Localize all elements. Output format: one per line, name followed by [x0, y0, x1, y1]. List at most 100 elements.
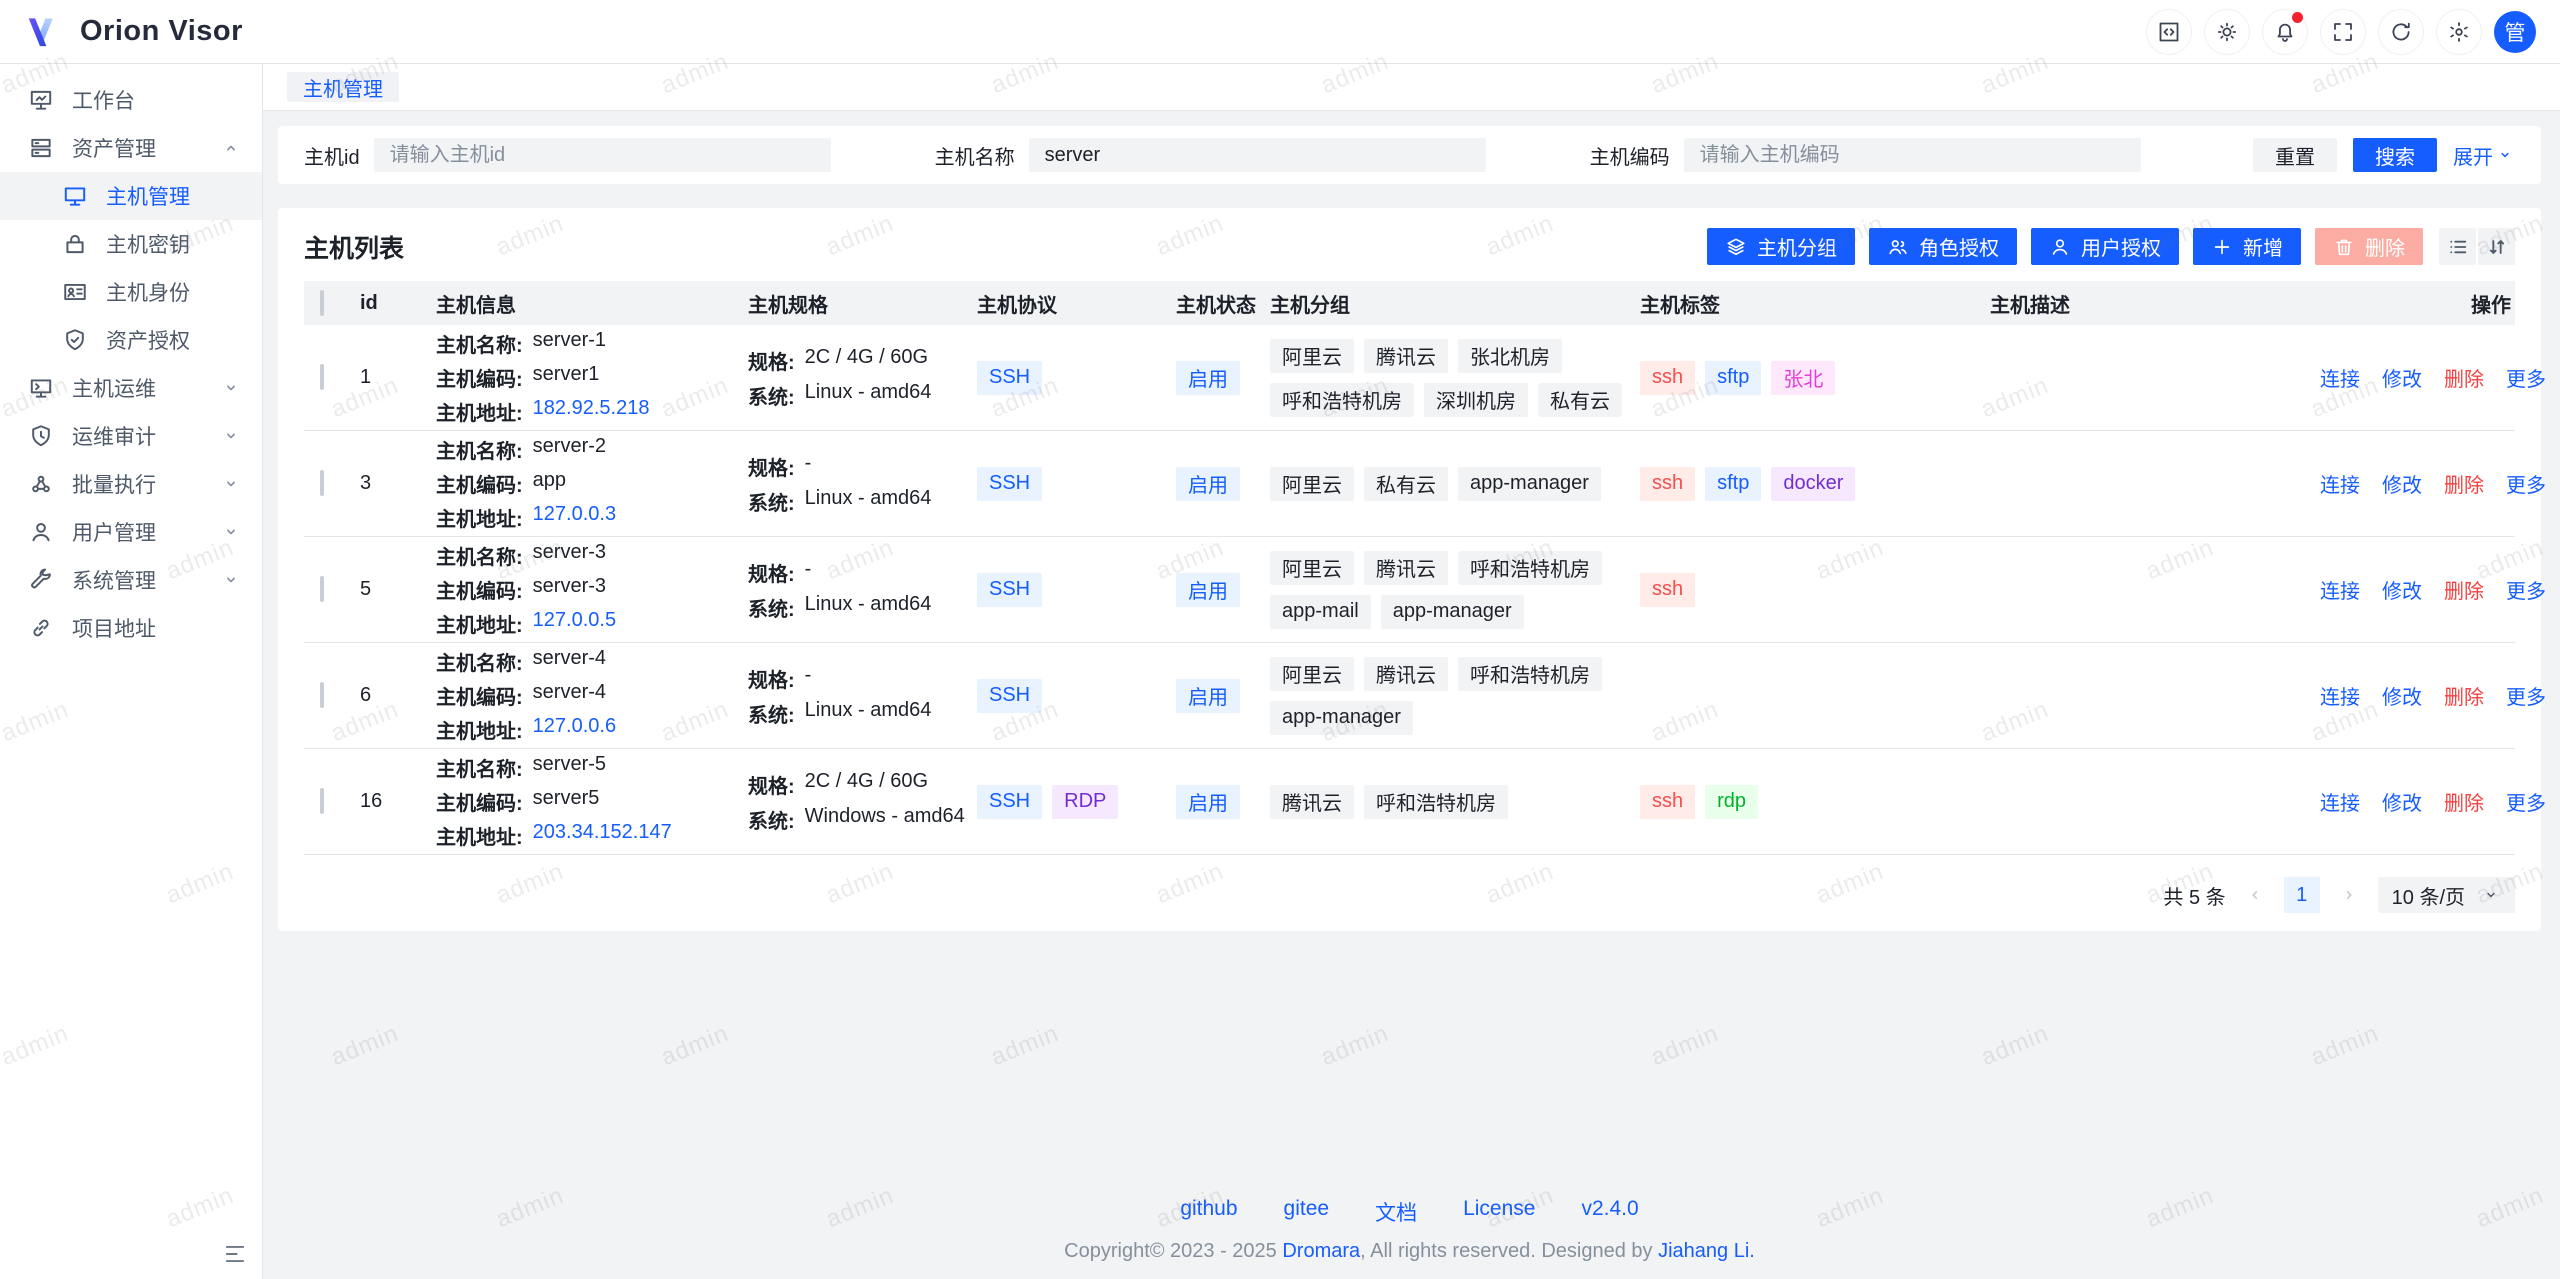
action-edit[interactable]: 修改 [2382, 681, 2422, 710]
theme-button[interactable] [2204, 9, 2250, 55]
action-edit[interactable]: 修改 [2382, 575, 2422, 604]
expand-label: 展开 [2453, 141, 2493, 170]
info-label: 主机地址: [436, 609, 523, 638]
sidebar-item-ops-audit[interactable]: 运维审计 [0, 412, 262, 460]
page-number[interactable]: 1 [2284, 877, 2320, 913]
row-checkbox[interactable] [320, 682, 324, 708]
action-delete[interactable]: 删除 [2444, 575, 2484, 604]
footer-link-文档[interactable]: 文档 [1375, 1197, 1417, 1227]
code-square-button[interactable] [2146, 9, 2192, 55]
sidebar-item-host-ops[interactable]: 主机运维 [0, 364, 262, 412]
refresh-button[interactable] [2378, 9, 2424, 55]
copyright-brand[interactable]: Dromara [1282, 1240, 1360, 1262]
action-more[interactable]: 更多 [2506, 787, 2546, 816]
action-connect[interactable]: 连接 [2320, 469, 2360, 498]
next-page-button[interactable] [2338, 884, 2360, 906]
page-size-select[interactable]: 10 条/页 [2378, 877, 2515, 913]
sidebar-item-user-management[interactable]: 用户管理 [0, 508, 262, 556]
info-value: server-5 [533, 753, 606, 782]
sidebar-item-host-key[interactable]: 主机密钥 [0, 220, 262, 268]
action-edit[interactable]: 修改 [2382, 787, 2422, 816]
host-code-input[interactable] [1684, 138, 2141, 172]
tab-bar: 主机管理 [263, 64, 2560, 111]
host-group-button[interactable]: 主机分组 [1707, 228, 1855, 265]
action-delete[interactable]: 删除 [2444, 363, 2484, 392]
reset-button[interactable]: 重置 [2253, 138, 2337, 172]
action-more[interactable]: 更多 [2506, 681, 2546, 710]
host-name-input[interactable] [1029, 138, 1486, 172]
group-tag: 呼和浩特机房 [1270, 383, 1414, 417]
copyright-author[interactable]: Jiahang Li. [1658, 1240, 1755, 1262]
user-avatar[interactable]: 管 [2494, 11, 2536, 53]
notifications-button[interactable] [2262, 9, 2308, 55]
sidebar-item-host-identity[interactable]: 主机身份 [0, 268, 262, 316]
action-edit[interactable]: 修改 [2382, 469, 2422, 498]
row-actions-cell: 连接修改删除更多 [2320, 575, 2546, 604]
host-address-link[interactable]: 182.92.5.218 [533, 397, 650, 426]
row-select-cell [304, 472, 360, 495]
action-more[interactable]: 更多 [2506, 469, 2546, 498]
fullscreen-button[interactable] [2320, 9, 2366, 55]
action-connect[interactable]: 连接 [2320, 681, 2360, 710]
info-label: 系统: [748, 487, 795, 516]
protocol-tag: SSH [977, 679, 1042, 713]
host-tags-cell: sshsftp张北 [1640, 361, 1990, 395]
column-header: 主机状态 [1176, 289, 1270, 318]
trash-icon [2333, 236, 2355, 258]
sidebar-item-asset-management[interactable]: 资产管理 [0, 124, 262, 172]
action-connect[interactable]: 连接 [2320, 575, 2360, 604]
sidebar-collapse-icon[interactable] [222, 1241, 248, 1267]
select-all-cell [304, 292, 360, 315]
list-view-button[interactable] [2439, 228, 2476, 265]
sidebar-item-workbench[interactable]: 工作台 [0, 76, 262, 124]
spec-line: 规格:2C / 4G / 60G [748, 346, 977, 375]
content: 主机id主机名称主机编码 重置 搜索 展开 主机列表 主机分组角色授权用户授权新… [263, 111, 2560, 1279]
row-checkbox[interactable] [320, 788, 324, 814]
action-edit[interactable]: 修改 [2382, 363, 2422, 392]
search-button[interactable]: 搜索 [2353, 138, 2437, 172]
info-value: Linux - amd64 [805, 699, 932, 728]
footer-link-github[interactable]: github [1180, 1197, 1237, 1227]
action-connect[interactable]: 连接 [2320, 363, 2360, 392]
host-address-link[interactable]: 127.0.0.5 [533, 609, 616, 638]
prev-page-button[interactable] [2244, 884, 2266, 906]
action-delete[interactable]: 删除 [2444, 681, 2484, 710]
code-square-icon [2157, 20, 2181, 44]
sidebar-item-asset-grant[interactable]: 资产授权 [0, 316, 262, 364]
host-address-link[interactable]: 127.0.0.6 [533, 715, 616, 744]
host-address-link[interactable]: 203.34.152.147 [533, 821, 672, 850]
user-grant-button[interactable]: 用户授权 [2031, 228, 2179, 265]
action-delete[interactable]: 删除 [2444, 787, 2484, 816]
footer-link-gitee[interactable]: gitee [1284, 1197, 1330, 1227]
sidebar-item-project-url[interactable]: 项目地址 [0, 604, 262, 652]
info-value: server-4 [533, 681, 606, 710]
select-all-checkbox[interactable] [320, 290, 324, 316]
row-checkbox[interactable] [320, 576, 324, 602]
group-tag: 阿里云 [1270, 339, 1354, 373]
sidebar-item-batch-exec[interactable]: 批量执行 [0, 460, 262, 508]
host-id-cell: 5 [360, 578, 436, 601]
host-address-link[interactable]: 127.0.0.3 [533, 503, 616, 532]
action-more[interactable]: 更多 [2506, 575, 2546, 604]
role-grant-button[interactable]: 角色授权 [1869, 228, 2017, 265]
sort-button[interactable] [2478, 228, 2515, 265]
expand-toggle[interactable]: 展开 [2453, 141, 2515, 170]
group-tag: 阿里云 [1270, 551, 1354, 585]
footer-link-v2.4.0[interactable]: v2.4.0 [1581, 1197, 1638, 1227]
asset-icon [28, 135, 54, 161]
sidebar-item-system-management[interactable]: 系统管理 [0, 556, 262, 604]
action-connect[interactable]: 连接 [2320, 787, 2360, 816]
info-value: - [805, 452, 812, 481]
row-checkbox[interactable] [320, 470, 324, 496]
footer-link-License[interactable]: License [1463, 1197, 1535, 1227]
sidebar-item-host-management[interactable]: 主机管理 [0, 172, 262, 220]
action-delete[interactable]: 删除 [2444, 469, 2484, 498]
delete-button[interactable]: 删除 [2315, 228, 2423, 265]
action-more[interactable]: 更多 [2506, 363, 2546, 392]
host-id-input[interactable] [374, 138, 831, 172]
tab-主机管理[interactable]: 主机管理 [287, 72, 399, 102]
create-button[interactable]: 新增 [2193, 228, 2301, 265]
row-checkbox[interactable] [320, 364, 324, 390]
table-header-row: id主机信息主机规格主机协议主机状态主机分组主机标签主机描述操作 [304, 281, 2515, 325]
settings-button[interactable] [2436, 9, 2482, 55]
